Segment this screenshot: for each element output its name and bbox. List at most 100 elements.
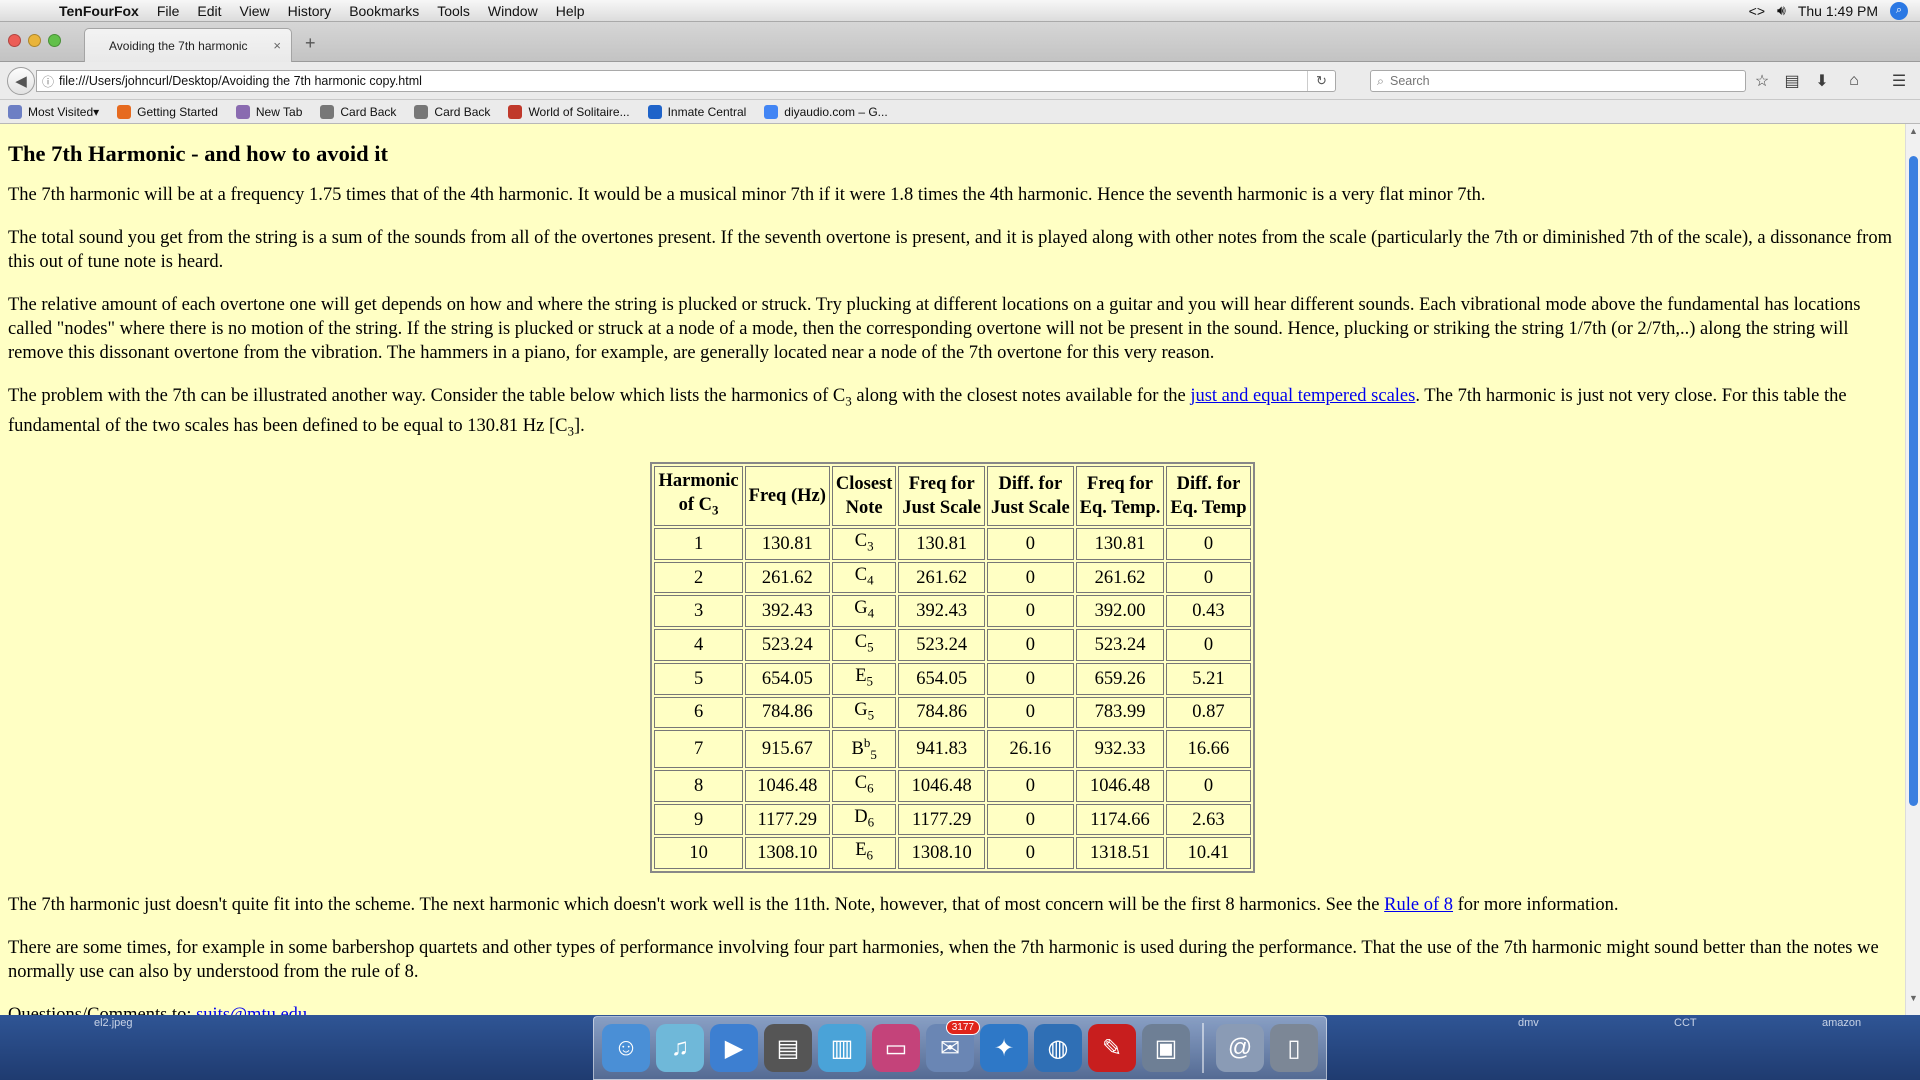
- bookmark-item[interactable]: diyaudio.com – G...: [756, 104, 897, 119]
- info-icon[interactable]: ⓘ: [37, 73, 59, 90]
- paragraph-4-text: ].: [573, 415, 585, 436]
- zoom-window-button[interactable]: [48, 34, 61, 47]
- dock: ☺ ♫ ▶ ▤ ▥ ▭ ✉ 3177 ✦ ◍ ✎ ▣ @ ▯: [593, 1016, 1327, 1080]
- desktop-file-label[interactable]: el2.jpeg: [94, 1017, 133, 1029]
- menu-view[interactable]: View: [231, 3, 279, 19]
- minimize-window-button[interactable]: [28, 34, 41, 47]
- cell-diff-just: 0: [987, 803, 1074, 836]
- menu-app-name[interactable]: TenFourFox: [50, 3, 148, 19]
- bookmark-item[interactable]: New Tab: [228, 104, 312, 119]
- bookmark-item[interactable]: World of Solitaire...: [500, 104, 639, 119]
- desktop-file-label[interactable]: amazon: [1822, 1017, 1861, 1029]
- trash-icon[interactable]: ▯: [1270, 1024, 1318, 1072]
- cell-closest-note: C6: [831, 770, 897, 802]
- bookmark-label: diyaudio.com – G...: [784, 104, 888, 119]
- header-line-2: Eq. Temp: [1170, 498, 1247, 519]
- scroll-up-icon[interactable]: ▲: [1909, 126, 1918, 136]
- email-link[interactable]: suits@mtu.edu: [196, 1005, 307, 1015]
- network-icon[interactable]: ◍: [1034, 1024, 1082, 1072]
- bookmark-item[interactable]: Most Visited ▾: [0, 104, 109, 119]
- downloads-icon[interactable]: ⬇: [1812, 71, 1832, 91]
- finder-icon[interactable]: ☺: [602, 1024, 650, 1072]
- menu-help[interactable]: Help: [547, 3, 594, 19]
- bookmark-label: Card Back: [434, 104, 491, 119]
- column-header: Diff. for Just Scale: [987, 466, 1074, 527]
- bookmark-item[interactable]: Card Back: [312, 104, 406, 119]
- cell-frequency: 915.67: [744, 730, 830, 769]
- paragraph-4-text: The problem with the 7th can be illustra…: [8, 386, 846, 406]
- cell-diff-just: 0: [987, 629, 1074, 661]
- cell-freq-eq: 1046.48: [1075, 770, 1165, 802]
- apple-icon[interactable]: [18, 3, 36, 19]
- safari-icon[interactable]: ✦: [980, 1024, 1028, 1072]
- menu-edit[interactable]: Edit: [188, 3, 230, 19]
- vertical-scrollbar[interactable]: ▲ ▼: [1905, 124, 1920, 1015]
- reading-list-icon[interactable]: ▤: [1782, 71, 1802, 91]
- mail-at-icon[interactable]: @: [1216, 1024, 1264, 1072]
- home-icon[interactable]: ⌂: [1844, 71, 1864, 91]
- header-line-2: Just Scale: [991, 498, 1070, 519]
- note-letter: E: [855, 840, 867, 861]
- cell-diff-eq: 10.41: [1166, 837, 1251, 870]
- menubar: TenFourFox File Edit View History Bookma…: [0, 0, 1920, 22]
- table-row: 8 1046.48 C6 1046.48 0 1046.48 0: [654, 770, 1251, 802]
- menubar-clock[interactable]: Thu 1:49 PM: [1798, 3, 1878, 19]
- itunes-icon[interactable]: ♫: [656, 1024, 704, 1072]
- search-bar[interactable]: ⌕: [1370, 70, 1746, 92]
- cell-diff-eq: 2.63: [1166, 803, 1251, 836]
- tab-active[interactable]: Avoiding the 7th harmonic ×: [84, 28, 292, 62]
- cell-diff-just: 26.16: [987, 730, 1074, 769]
- url-text[interactable]: file:///Users/johncurl/Desktop/Avoiding …: [59, 74, 422, 88]
- url-bar[interactable]: ⓘ file:///Users/johncurl/Desktop/Avoidin…: [36, 70, 1336, 92]
- menu-window[interactable]: Window: [479, 3, 547, 19]
- desktop-file-label[interactable]: dmv: [1518, 1017, 1539, 1029]
- paragraph-1: The 7th harmonic will be at a frequency …: [8, 185, 1486, 205]
- facetime-icon[interactable]: ▶: [710, 1024, 758, 1072]
- bookmark-star-icon[interactable]: ☆: [1752, 71, 1772, 91]
- mail-app-icon[interactable]: ✉ 3177: [926, 1020, 980, 1072]
- bookmark-item[interactable]: Card Back: [406, 104, 500, 119]
- menu-hamburger-icon[interactable]: ☰: [1889, 71, 1909, 91]
- menu-history[interactable]: History: [279, 3, 341, 19]
- close-tab-icon[interactable]: ×: [273, 38, 281, 53]
- back-button[interactable]: ◀: [7, 67, 35, 95]
- column-header: Closest Note: [831, 466, 897, 527]
- just-equal-scales-link[interactable]: just and equal tempered scales: [1190, 386, 1415, 406]
- cell-freq-eq: 261.62: [1075, 561, 1165, 594]
- rule-of-8-link[interactable]: Rule of 8: [1384, 895, 1453, 915]
- note-letter: B: [851, 739, 864, 760]
- page-title: The 7th Harmonic - and how to avoid it: [8, 141, 389, 166]
- bookmark-item[interactable]: Inmate Central: [640, 104, 757, 119]
- paragraph-5-text: The 7th harmonic just doesn't quite fit …: [8, 895, 1385, 916]
- spotlight-icon[interactable]: ⌕: [1890, 1, 1908, 20]
- code-icon[interactable]: <>: [1749, 3, 1765, 19]
- unread-badge: 3177: [945, 1020, 980, 1035]
- reload-icon[interactable]: ↻: [1307, 71, 1335, 91]
- search-input[interactable]: [1390, 74, 1711, 88]
- note-octave: 5: [867, 707, 875, 723]
- close-window-button[interactable]: [8, 34, 21, 47]
- cell-frequency: 654.05: [744, 662, 830, 695]
- acrobat-icon[interactable]: ✎: [1088, 1024, 1136, 1072]
- new-tab-button[interactable]: +: [305, 33, 316, 54]
- cell-frequency: 523.24: [744, 629, 830, 661]
- firefox-icon: [117, 104, 132, 119]
- desktop-file-label[interactable]: CCT: [1674, 1017, 1697, 1029]
- menu-tools[interactable]: Tools: [428, 3, 479, 19]
- cell-closest-note: E6: [831, 837, 897, 870]
- table-row: 6 784.86 G5 784.86 0 783.99 0.87: [654, 696, 1251, 729]
- header-line-2: Note: [845, 498, 883, 519]
- menu-bookmarks[interactable]: Bookmarks: [340, 3, 428, 19]
- scroll-down-icon[interactable]: ▼: [1909, 993, 1918, 1003]
- menu-file[interactable]: File: [148, 3, 189, 19]
- cell-freq-just: 523.24: [898, 629, 986, 661]
- bookmark-item[interactable]: Getting Started: [109, 104, 228, 119]
- preview-icon[interactable]: ▣: [1142, 1024, 1190, 1072]
- printer-icon[interactable]: ▤: [764, 1024, 812, 1072]
- table-row: 9 1177.29 D6 1177.29 0 1174.66 2.63: [654, 803, 1251, 836]
- bookmark-label: Inmate Central: [667, 104, 747, 119]
- imac-icon[interactable]: ▭: [872, 1024, 920, 1072]
- scrollbar-thumb[interactable]: [1909, 156, 1918, 806]
- books-icon[interactable]: ▥: [818, 1024, 866, 1072]
- volume-icon[interactable]: 🔊︎: [1777, 2, 1786, 19]
